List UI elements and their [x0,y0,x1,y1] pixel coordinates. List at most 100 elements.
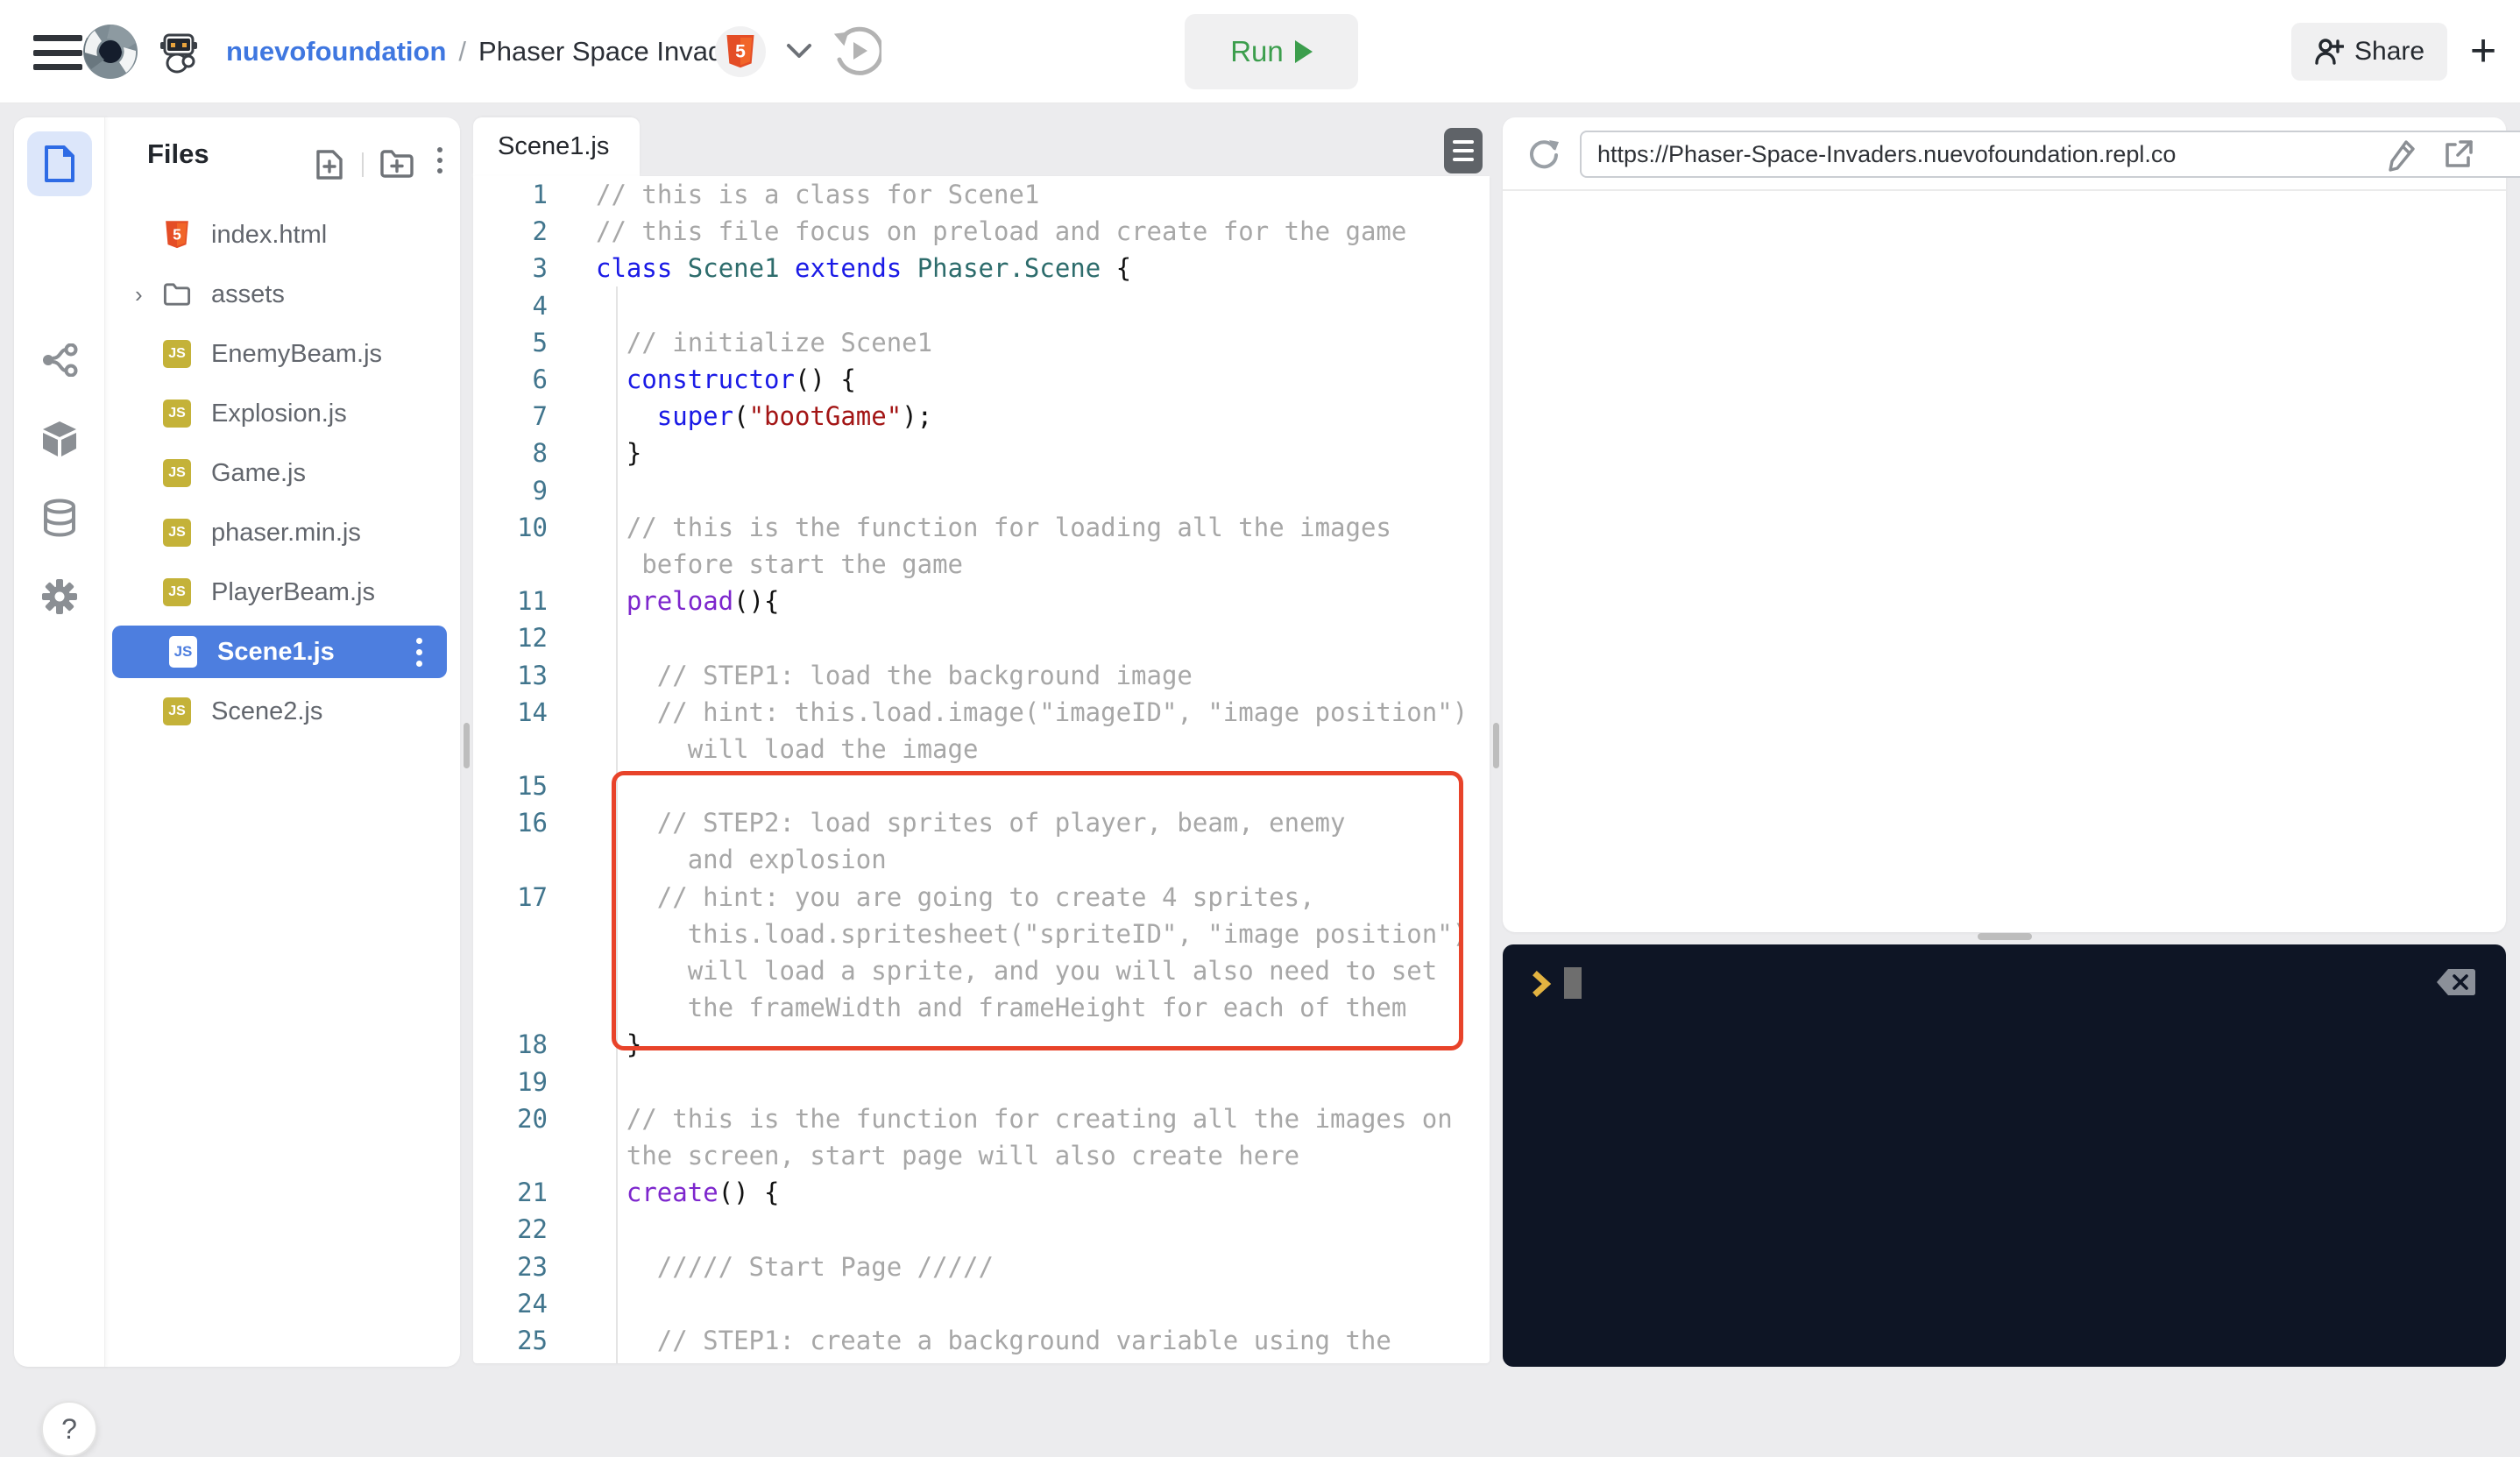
help-button[interactable]: ? [41,1401,97,1457]
code-line-3: 3class Scene1 extends Phaser.Scene { [473,250,1490,286]
code-line-wrap: and explosion [473,841,1490,878]
file-name: PlayerBeam.js [211,578,375,607]
gear-icon [41,578,78,615]
file-row-PlayerBeam.js[interactable]: JS PlayerBeam.js [106,562,460,622]
breadcrumb-separator: / [458,36,466,67]
code-pane: 1// this is a class for Scene12// this f… [473,176,1490,1363]
svg-text:5: 5 [173,225,181,243]
js-file-icon: JS [163,340,191,368]
code-line-wrap: will load the image [473,731,1490,767]
file-row-index.html[interactable]: 5 index.html [106,205,460,265]
breadcrumb: nuevofoundation / Phaser Space Invaders [226,0,761,103]
code-line-17: 17// hint: you are going to create 4 spr… [473,879,1490,916]
file-name: Scene2.js [211,697,322,726]
rail-item-packages[interactable] [27,407,92,471]
code-line-25: 25// STEP1: create a background variable… [473,1322,1490,1359]
editor-tab-scene1[interactable]: Scene1.js [473,117,640,176]
code-line-wrap: background you loaded [473,1359,1490,1363]
code-line-18: 18} [473,1026,1490,1063]
refresh-icon[interactable] [1525,137,1562,178]
file-row-Game.js[interactable]: JS Game.js [106,443,460,503]
folder-icon [163,282,191,307]
files-section: Files 5index.html›assetsJSEnemyBeam.jsJS… [106,117,460,1367]
repl-menu-chevron-down-icon[interactable] [783,39,815,66]
file-name: Scene1.js [217,638,335,667]
file-row-assets[interactable]: ›assets [106,265,460,324]
files-panel-title: Files [147,138,209,170]
code-line-wrap: this.load.spritesheet("spriteID", "image… [473,916,1490,952]
new-tab-plus-button[interactable]: + [2459,19,2508,82]
file-name: index.html [211,221,327,250]
breadcrumb-org-link[interactable]: nuevofoundation [226,36,446,67]
file-row-phaser.min.js[interactable]: JSphaser.min.js [106,503,460,562]
add-file-icon[interactable] [315,149,344,185]
rail-item-version-control[interactable] [27,328,92,393]
file-name: phaser.min.js [211,519,361,548]
file-row-EnemyBeam.js[interactable]: JS EnemyBeam.js [106,324,460,384]
rail-item-database[interactable] [27,485,92,550]
code-line-7: 7super("bootGame"); [473,398,1490,435]
expand-chevron-icon[interactable]: › [135,281,143,308]
code-line-16: 16// STEP2: load sprites of player, beam… [473,804,1490,841]
code-line-23: 23///// Start Page ///// [473,1248,1490,1284]
file-row-Scene1.js[interactable]: JS Scene1.js [112,626,447,678]
console-resize-handle[interactable] [1978,933,2032,940]
share-button-label: Share [2354,37,2424,67]
rail-item-settings[interactable] [27,564,92,629]
html-file-icon: 5 [165,221,189,249]
file-kebab-menu-icon[interactable] [416,638,422,667]
js-file-icon: JS [169,636,197,668]
svg-text:5: 5 [735,41,746,61]
console-prompt-icon [1533,971,1554,1001]
tool-rail: ? [14,117,105,1367]
code-line-2: 2// this file focus on preload and creat… [473,213,1490,250]
panel-resize-handle-left[interactable] [464,723,470,768]
js-file-icon: JS [163,459,191,487]
console-cursor [1564,967,1582,999]
code-line-20: 20// this is the function for creating a… [473,1100,1490,1137]
file-name: Game.js [211,459,306,488]
branch-icon [41,343,78,377]
console-clear-backspace-icon[interactable] [2436,967,2476,1001]
preview-url-bar [1503,117,2506,191]
file-list: 5 index.html ›assets JS EnemyBeam.js JSExplos… [106,205,460,741]
js-file-icon: JS [163,400,191,428]
code-line-22: 22 [473,1211,1490,1248]
database-icon [41,499,78,537]
top-header: nuevofoundation / Phaser Space Invaders … [0,0,2520,103]
files-kebab-menu-icon[interactable] [437,147,442,173]
hamburger-menu-icon[interactable] [33,35,82,70]
edit-url-pencil-icon[interactable] [2385,138,2417,178]
file-icon [43,145,76,183]
file-name: EnemyBeam.js [211,340,382,369]
file-row-Explosion.js[interactable]: JSExplosion.js [106,384,460,443]
code-line-11: 11preload(){ [473,583,1490,619]
file-row-Scene2.js[interactable]: JS Scene2.js [106,682,460,741]
org-logo[interactable] [82,24,138,84]
code-line-15: 15 [473,767,1490,804]
js-file-icon: JS [163,578,191,606]
code-line-24: 24 [473,1285,1490,1322]
code-line-6: 6constructor() { [473,361,1490,398]
history-icon[interactable] [832,26,881,80]
editor-options-icon[interactable] [1444,128,1483,173]
rail-item-files[interactable] [27,131,92,196]
share-button[interactable]: Share [2291,23,2447,81]
web-preview-panel [1503,117,2506,932]
cube-icon [41,420,78,458]
code-line-1: 1// this is a class for Scene1 [473,176,1490,213]
open-external-link-icon[interactable] [2441,138,2474,176]
code-line-wrap: will load a sprite, and you will also ne… [473,952,1490,989]
header-divider [362,152,364,177]
run-play-icon [1295,40,1313,63]
code-editor[interactable]: 1// this is a class for Scene12// this f… [473,176,1490,1363]
code-line-12: 12 [473,619,1490,656]
code-line-21: 21create() { [473,1174,1490,1211]
panel-resize-handle-right[interactable] [1493,723,1499,768]
console-panel[interactable] [1503,944,2506,1367]
invite-user-icon [2314,38,2344,66]
preview-url-input[interactable] [1580,131,2520,178]
run-button[interactable]: Run [1185,14,1358,89]
add-folder-icon[interactable] [379,149,414,183]
js-file-icon: JS [163,697,191,725]
